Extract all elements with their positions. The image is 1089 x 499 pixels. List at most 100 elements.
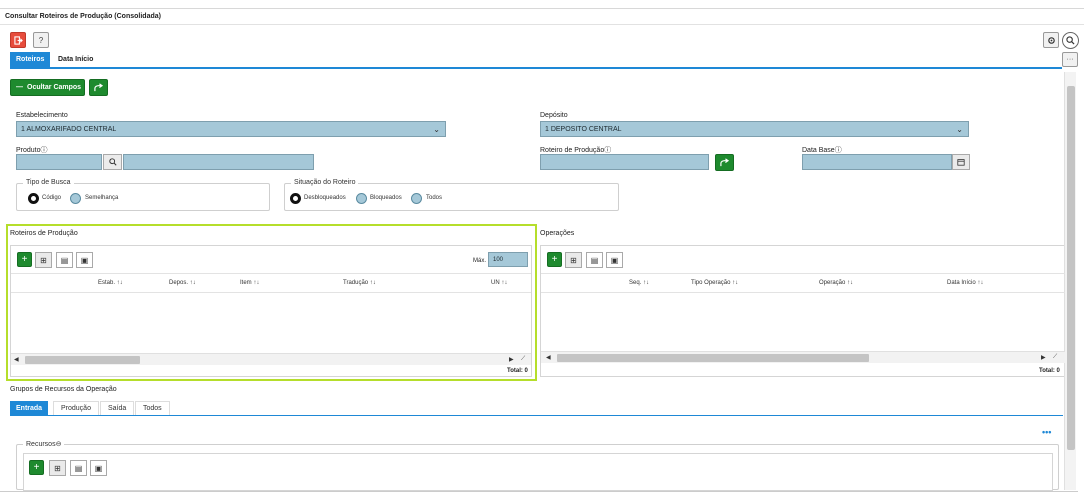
export-image-button[interactable]: ▣ bbox=[76, 252, 93, 268]
exit-button[interactable] bbox=[10, 32, 26, 48]
document-icon: ▤ bbox=[60, 255, 69, 265]
plus-icon: + bbox=[551, 254, 558, 265]
deposito-label: Depósito bbox=[540, 112, 568, 119]
col-seq[interactable]: Seq. ↑↓ bbox=[629, 280, 649, 286]
col-un[interactable]: UN ↑↓ bbox=[491, 280, 507, 286]
grid-columns-button[interactable]: ⊞ bbox=[35, 252, 52, 268]
radio-semelhanca[interactable] bbox=[70, 193, 81, 204]
scroll-left-icon[interactable]: ◀ bbox=[14, 356, 19, 363]
resize-handle-icon[interactable]: ⟋ bbox=[1053, 354, 1057, 361]
data-base-input[interactable] bbox=[802, 154, 952, 170]
roteiros-hscroll-thumb[interactable] bbox=[25, 356, 140, 364]
col-item[interactable]: Item ↑↓ bbox=[240, 280, 259, 286]
info-icon: ⓘ bbox=[604, 147, 612, 154]
radio-todos-label: Todos bbox=[426, 195, 443, 201]
scroll-right-icon[interactable]: ▶ bbox=[1041, 354, 1046, 361]
export-doc-button[interactable]: ▤ bbox=[586, 252, 603, 268]
bottom-border bbox=[0, 491, 1078, 492]
radio-todos[interactable] bbox=[411, 193, 422, 204]
roteiros-total: Total: 0 bbox=[507, 368, 528, 374]
radio-codigo[interactable] bbox=[28, 193, 39, 204]
roteiro-share-button[interactable] bbox=[715, 154, 734, 171]
vertical-scrollbar-thumb[interactable] bbox=[1067, 86, 1075, 450]
max-input[interactable]: 100 bbox=[488, 252, 528, 267]
search-icon bbox=[1066, 36, 1075, 45]
export-image-button[interactable]: ▣ bbox=[606, 252, 623, 268]
col-tipo-operacao[interactable]: Tipo Operação ↑↓ bbox=[691, 280, 738, 286]
document-icon: ▤ bbox=[74, 463, 83, 473]
radio-bloqueados[interactable] bbox=[356, 193, 367, 204]
window-titlebar: Consultar Roteiros de Produção (Consolid… bbox=[0, 8, 1084, 25]
col-estab[interactable]: Estab. ↑↓ bbox=[98, 280, 123, 286]
scroll-left-icon[interactable]: ◀ bbox=[546, 354, 551, 361]
col-operacao[interactable]: Operação ↑↓ bbox=[819, 280, 853, 286]
plus-icon: + bbox=[33, 462, 40, 473]
collapse-icon[interactable]: ⊖ bbox=[56, 441, 62, 448]
share-arrow-icon bbox=[94, 83, 103, 92]
export-doc-button[interactable]: ▤ bbox=[56, 252, 73, 268]
produto-description-input[interactable] bbox=[123, 154, 314, 170]
roteiros-hscroll[interactable]: ◀ ▶ ⟋ bbox=[11, 353, 531, 365]
tab-roteiros[interactable]: Roteiros bbox=[10, 52, 51, 67]
more-options-button[interactable]: ··· bbox=[1062, 52, 1078, 67]
operacoes-grid: + ⊞ ▤ ▣ Seq. ↑↓ Tipo Operação ↑↓ Operaçã… bbox=[540, 245, 1065, 377]
estabelecimento-label: Estabelecimento bbox=[16, 112, 68, 119]
col-data-inicio[interactable]: Data Início ↑↓ bbox=[947, 280, 983, 286]
grid-header-divider bbox=[11, 273, 531, 274]
hide-fields-label: Ocultar Campos bbox=[27, 84, 82, 91]
scroll-right-icon[interactable]: ▶ bbox=[509, 356, 514, 363]
tab-entrada[interactable]: Entrada bbox=[10, 401, 49, 416]
search-button[interactable] bbox=[1062, 32, 1079, 49]
image-icon: ▣ bbox=[610, 255, 619, 265]
estabelecimento-select[interactable]: 1 ALMOXARIFADO CENTRAL ⌄ bbox=[16, 121, 446, 137]
calendar-button[interactable] bbox=[952, 154, 970, 170]
app-window: Consultar Roteiros de Produção (Consolid… bbox=[0, 0, 1089, 499]
image-icon: ▣ bbox=[94, 463, 103, 473]
tipo-busca-title: Tipo de Busca bbox=[23, 179, 74, 186]
hide-fields-button[interactable]: — Ocultar Campos bbox=[10, 79, 85, 96]
tab-saida[interactable]: Saída bbox=[100, 401, 135, 416]
add-recurso-button[interactable]: + bbox=[29, 460, 44, 475]
grid-row-divider bbox=[541, 292, 1065, 293]
chevron-down-icon: ⌄ bbox=[433, 125, 440, 134]
grid-columns-button[interactable]: ⊞ bbox=[565, 252, 582, 268]
grid-icon: ⊞ bbox=[570, 255, 577, 265]
tab-underline bbox=[10, 67, 1062, 69]
export-doc-button[interactable]: ▤ bbox=[70, 460, 87, 476]
help-button[interactable]: ? bbox=[33, 32, 49, 48]
tab-todos[interactable]: Todos bbox=[135, 401, 170, 416]
roteiros-grid: + ⊞ ▤ ▣ Máx. 100 Estab. ↑↓ Depos. ↑↓ Ite… bbox=[10, 245, 532, 377]
tab-producao[interactable]: Produção bbox=[53, 401, 99, 416]
operacoes-hscroll-thumb[interactable] bbox=[557, 354, 869, 362]
grid-icon: ⊞ bbox=[54, 463, 61, 473]
export-image-button[interactable]: ▣ bbox=[90, 460, 107, 476]
operacoes-hscroll[interactable]: ◀ ▶ ⟋ bbox=[541, 351, 1065, 363]
produto-code-input[interactable] bbox=[16, 154, 102, 170]
image-icon: ▣ bbox=[80, 255, 89, 265]
info-icon: ⓘ bbox=[834, 147, 842, 154]
share-button[interactable] bbox=[89, 79, 108, 96]
radio-desbloqueados-label: Desbloqueados bbox=[304, 195, 346, 201]
operacoes-total: Total: 0 bbox=[1039, 368, 1060, 374]
produto-search-button[interactable] bbox=[103, 154, 122, 170]
radio-codigo-label: Código bbox=[42, 195, 62, 201]
grid-columns-button[interactable]: ⊞ bbox=[49, 460, 66, 476]
deposito-select[interactable]: 1 DEPOSITO CENTRAL ⌄ bbox=[540, 121, 969, 137]
add-roteiro-button[interactable]: + bbox=[17, 252, 32, 267]
grupos-more-button[interactable]: ••• bbox=[1042, 427, 1051, 437]
grid-header-divider bbox=[541, 273, 1065, 274]
plus-icon: + bbox=[21, 254, 28, 265]
roteiro-input[interactable] bbox=[540, 154, 709, 170]
add-operacao-button[interactable]: + bbox=[547, 252, 562, 267]
resize-handle-icon[interactable]: ⟋ bbox=[521, 356, 525, 363]
deposito-value: 1 DEPOSITO CENTRAL bbox=[545, 125, 622, 133]
grid-row-divider bbox=[11, 292, 531, 293]
tab-data-inicio[interactable]: Data Início bbox=[52, 52, 99, 67]
chevron-down-icon: ⌄ bbox=[956, 125, 963, 134]
col-depos[interactable]: Depos. ↑↓ bbox=[169, 280, 196, 286]
settings-button[interactable] bbox=[1043, 32, 1059, 48]
col-traducao[interactable]: Tradução ↑↓ bbox=[343, 280, 376, 286]
situacao-group: Situação do Roteiro Desbloqueados Bloque… bbox=[284, 179, 619, 211]
vertical-scrollbar[interactable] bbox=[1064, 72, 1076, 490]
radio-desbloqueados[interactable] bbox=[290, 193, 301, 204]
